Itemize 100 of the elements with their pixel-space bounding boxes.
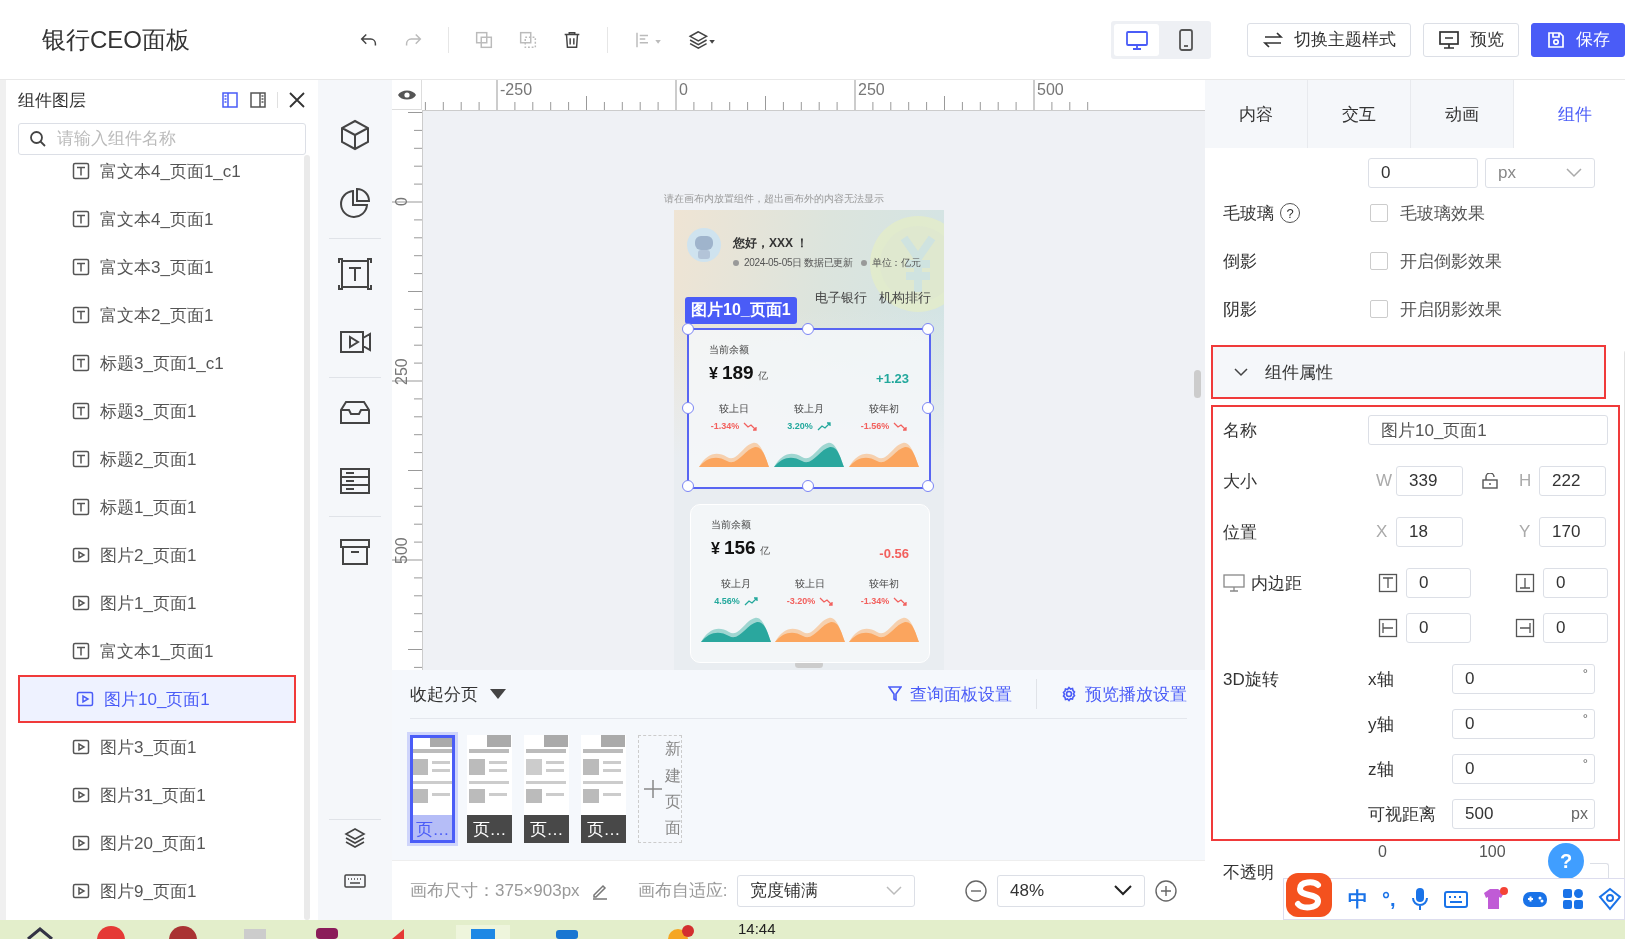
- width-field[interactable]: 339: [1396, 466, 1463, 496]
- search-field[interactable]: 请输入组件名称: [18, 123, 306, 155]
- resize-handle[interactable]: [682, 401, 694, 414]
- layer-item[interactable]: 图片31_页面1: [14, 771, 302, 819]
- layers-icon[interactable]: [343, 826, 367, 850]
- layer-item[interactable]: 富文本2_页面1: [14, 291, 302, 339]
- card-title: 当前余额: [711, 519, 752, 531]
- layout-icon[interactable]: [249, 91, 267, 109]
- theme-button[interactable]: 切换主题样式: [1247, 22, 1411, 57]
- layer-item[interactable]: 标题3_页面1: [14, 387, 302, 435]
- layer-item[interactable]: 富文本4_页面1_c1: [14, 155, 302, 195]
- app-icon[interactable]: [26, 925, 54, 939]
- field-label: 不透明: [1223, 862, 1274, 884]
- text-icon: [72, 210, 90, 228]
- padding-field[interactable]: 0: [1406, 568, 1471, 598]
- layer-item[interactable]: 标题2_页面1: [14, 435, 302, 483]
- keyboard-icon[interactable]: [1443, 889, 1468, 909]
- gamepad-icon[interactable]: [1521, 889, 1548, 909]
- input-mode[interactable]: 中: [1348, 885, 1368, 913]
- punctuation-mode[interactable]: °,: [1382, 887, 1396, 911]
- layer-item[interactable]: 标题1_页面1: [14, 483, 302, 531]
- checkbox[interactable]: [1370, 252, 1388, 270]
- rotation-field[interactable]: 0 °: [1452, 664, 1595, 694]
- layer-item[interactable]: 图片9_页面1: [14, 867, 302, 915]
- close-icon[interactable]: [288, 91, 306, 109]
- skin-icon[interactable]: [1597, 887, 1622, 911]
- layer-item[interactable]: 富文本3_页面1: [14, 243, 302, 291]
- query-settings-link[interactable]: 查询面板设置: [888, 682, 1012, 706]
- layer-item[interactable]: 富文本1_页面1: [14, 627, 302, 675]
- resize-handle[interactable]: [802, 323, 814, 335]
- panel-tab[interactable]: 交互: [1308, 80, 1411, 148]
- axis-label: H: [1518, 471, 1533, 491]
- lock-icon[interactable]: [1481, 473, 1499, 489]
- scrollbar[interactable]: [795, 661, 823, 668]
- unit-select[interactable]: px: [1485, 158, 1595, 188]
- x-field[interactable]: 18: [1396, 517, 1463, 547]
- zoom-select[interactable]: 48%: [997, 874, 1145, 907]
- desktop-view-button[interactable]: [1114, 23, 1159, 56]
- field-label: 毛玻璃: [1223, 202, 1274, 225]
- layer-item[interactable]: 图片2_页面1: [14, 531, 302, 579]
- rotation-field[interactable]: 0 °: [1452, 754, 1595, 784]
- layer-item[interactable]: 标题3_页面1_c1: [14, 339, 302, 387]
- collapse-pages-button[interactable]: 收起分页: [410, 682, 478, 706]
- padding-field[interactable]: 0: [1543, 568, 1608, 598]
- pie-chart-icon[interactable]: [338, 186, 372, 220]
- filter-icon: [888, 686, 902, 702]
- playback-settings-link[interactable]: 预览播放设置: [1061, 682, 1187, 706]
- section-header[interactable]: 组件属性: [1213, 347, 1604, 397]
- zoom-in-icon[interactable]: [1155, 879, 1177, 902]
- resize-handle[interactable]: [682, 323, 694, 335]
- caret-icon[interactable]: [490, 688, 506, 700]
- update-date: 2024-05-05日 数据已更新: [744, 256, 853, 270]
- name-field[interactable]: 图片10_页面1: [1368, 415, 1608, 445]
- scrollbar[interactable]: [1194, 370, 1201, 398]
- save-button[interactable]: 保存: [1531, 22, 1625, 57]
- resize-handle[interactable]: [922, 323, 934, 335]
- panel-tab[interactable]: 内容: [1205, 80, 1308, 148]
- padding-field[interactable]: 0: [1406, 613, 1471, 643]
- number-field[interactable]: 0: [1368, 158, 1478, 188]
- checkbox[interactable]: [1370, 300, 1388, 318]
- cube-icon[interactable]: [338, 118, 372, 152]
- resize-handle[interactable]: [682, 480, 694, 492]
- page-thumbnail[interactable]: 页…: [467, 735, 512, 843]
- layout-icon[interactable]: [221, 91, 239, 109]
- scrollbar[interactable]: [304, 155, 310, 920]
- checkbox[interactable]: [1370, 204, 1388, 222]
- layer-item[interactable]: 图片10_页面1: [18, 675, 296, 723]
- text-box-icon[interactable]: [338, 257, 372, 291]
- stat-value: -1.56%: [860, 420, 890, 433]
- resize-handle[interactable]: [922, 480, 934, 492]
- app-icon[interactable]: [168, 925, 198, 939]
- preview-button[interactable]: 预览: [1423, 22, 1519, 57]
- zoom-out-icon[interactable]: [965, 879, 987, 902]
- category-label: 电子银行: [815, 289, 867, 307]
- panel-tab[interactable]: 动画: [1411, 80, 1514, 148]
- grid-icon[interactable]: [1561, 888, 1584, 910]
- rotation-field[interactable]: 500 px: [1452, 799, 1595, 829]
- resize-handle[interactable]: [922, 401, 934, 414]
- play-icon: [72, 786, 90, 804]
- field-label: 大小: [1223, 470, 1258, 493]
- rotation-field[interactable]: 0 °: [1452, 709, 1595, 739]
- padding-field[interactable]: 0: [1543, 613, 1608, 643]
- padding-icon: [1515, 573, 1535, 593]
- page-thumbnail[interactable]: 页…: [524, 735, 569, 843]
- microphone-icon[interactable]: [1409, 887, 1430, 911]
- layer-item[interactable]: 图片20_页面1: [14, 819, 302, 867]
- layer-item[interactable]: 富文本4_页面1: [14, 195, 302, 243]
- height-field[interactable]: 222: [1539, 466, 1606, 496]
- fit-select[interactable]: 宽度铺满: [737, 874, 916, 907]
- layer-item[interactable]: 图片3_页面1: [14, 723, 302, 771]
- page-thumbnail[interactable]: 页…: [581, 735, 626, 843]
- shirt-icon[interactable]: [1481, 887, 1508, 911]
- keyboard-icon[interactable]: [343, 872, 367, 890]
- y-field[interactable]: 170: [1539, 517, 1606, 547]
- resize-handle[interactable]: [802, 480, 814, 492]
- amount-unit: 亿: [757, 369, 768, 383]
- input-method-logo[interactable]: [1284, 871, 1334, 919]
- card-title: 当前余额: [709, 344, 750, 356]
- area-chart: [775, 616, 845, 642]
- layer-item[interactable]: 图片1_页面1: [14, 579, 302, 627]
